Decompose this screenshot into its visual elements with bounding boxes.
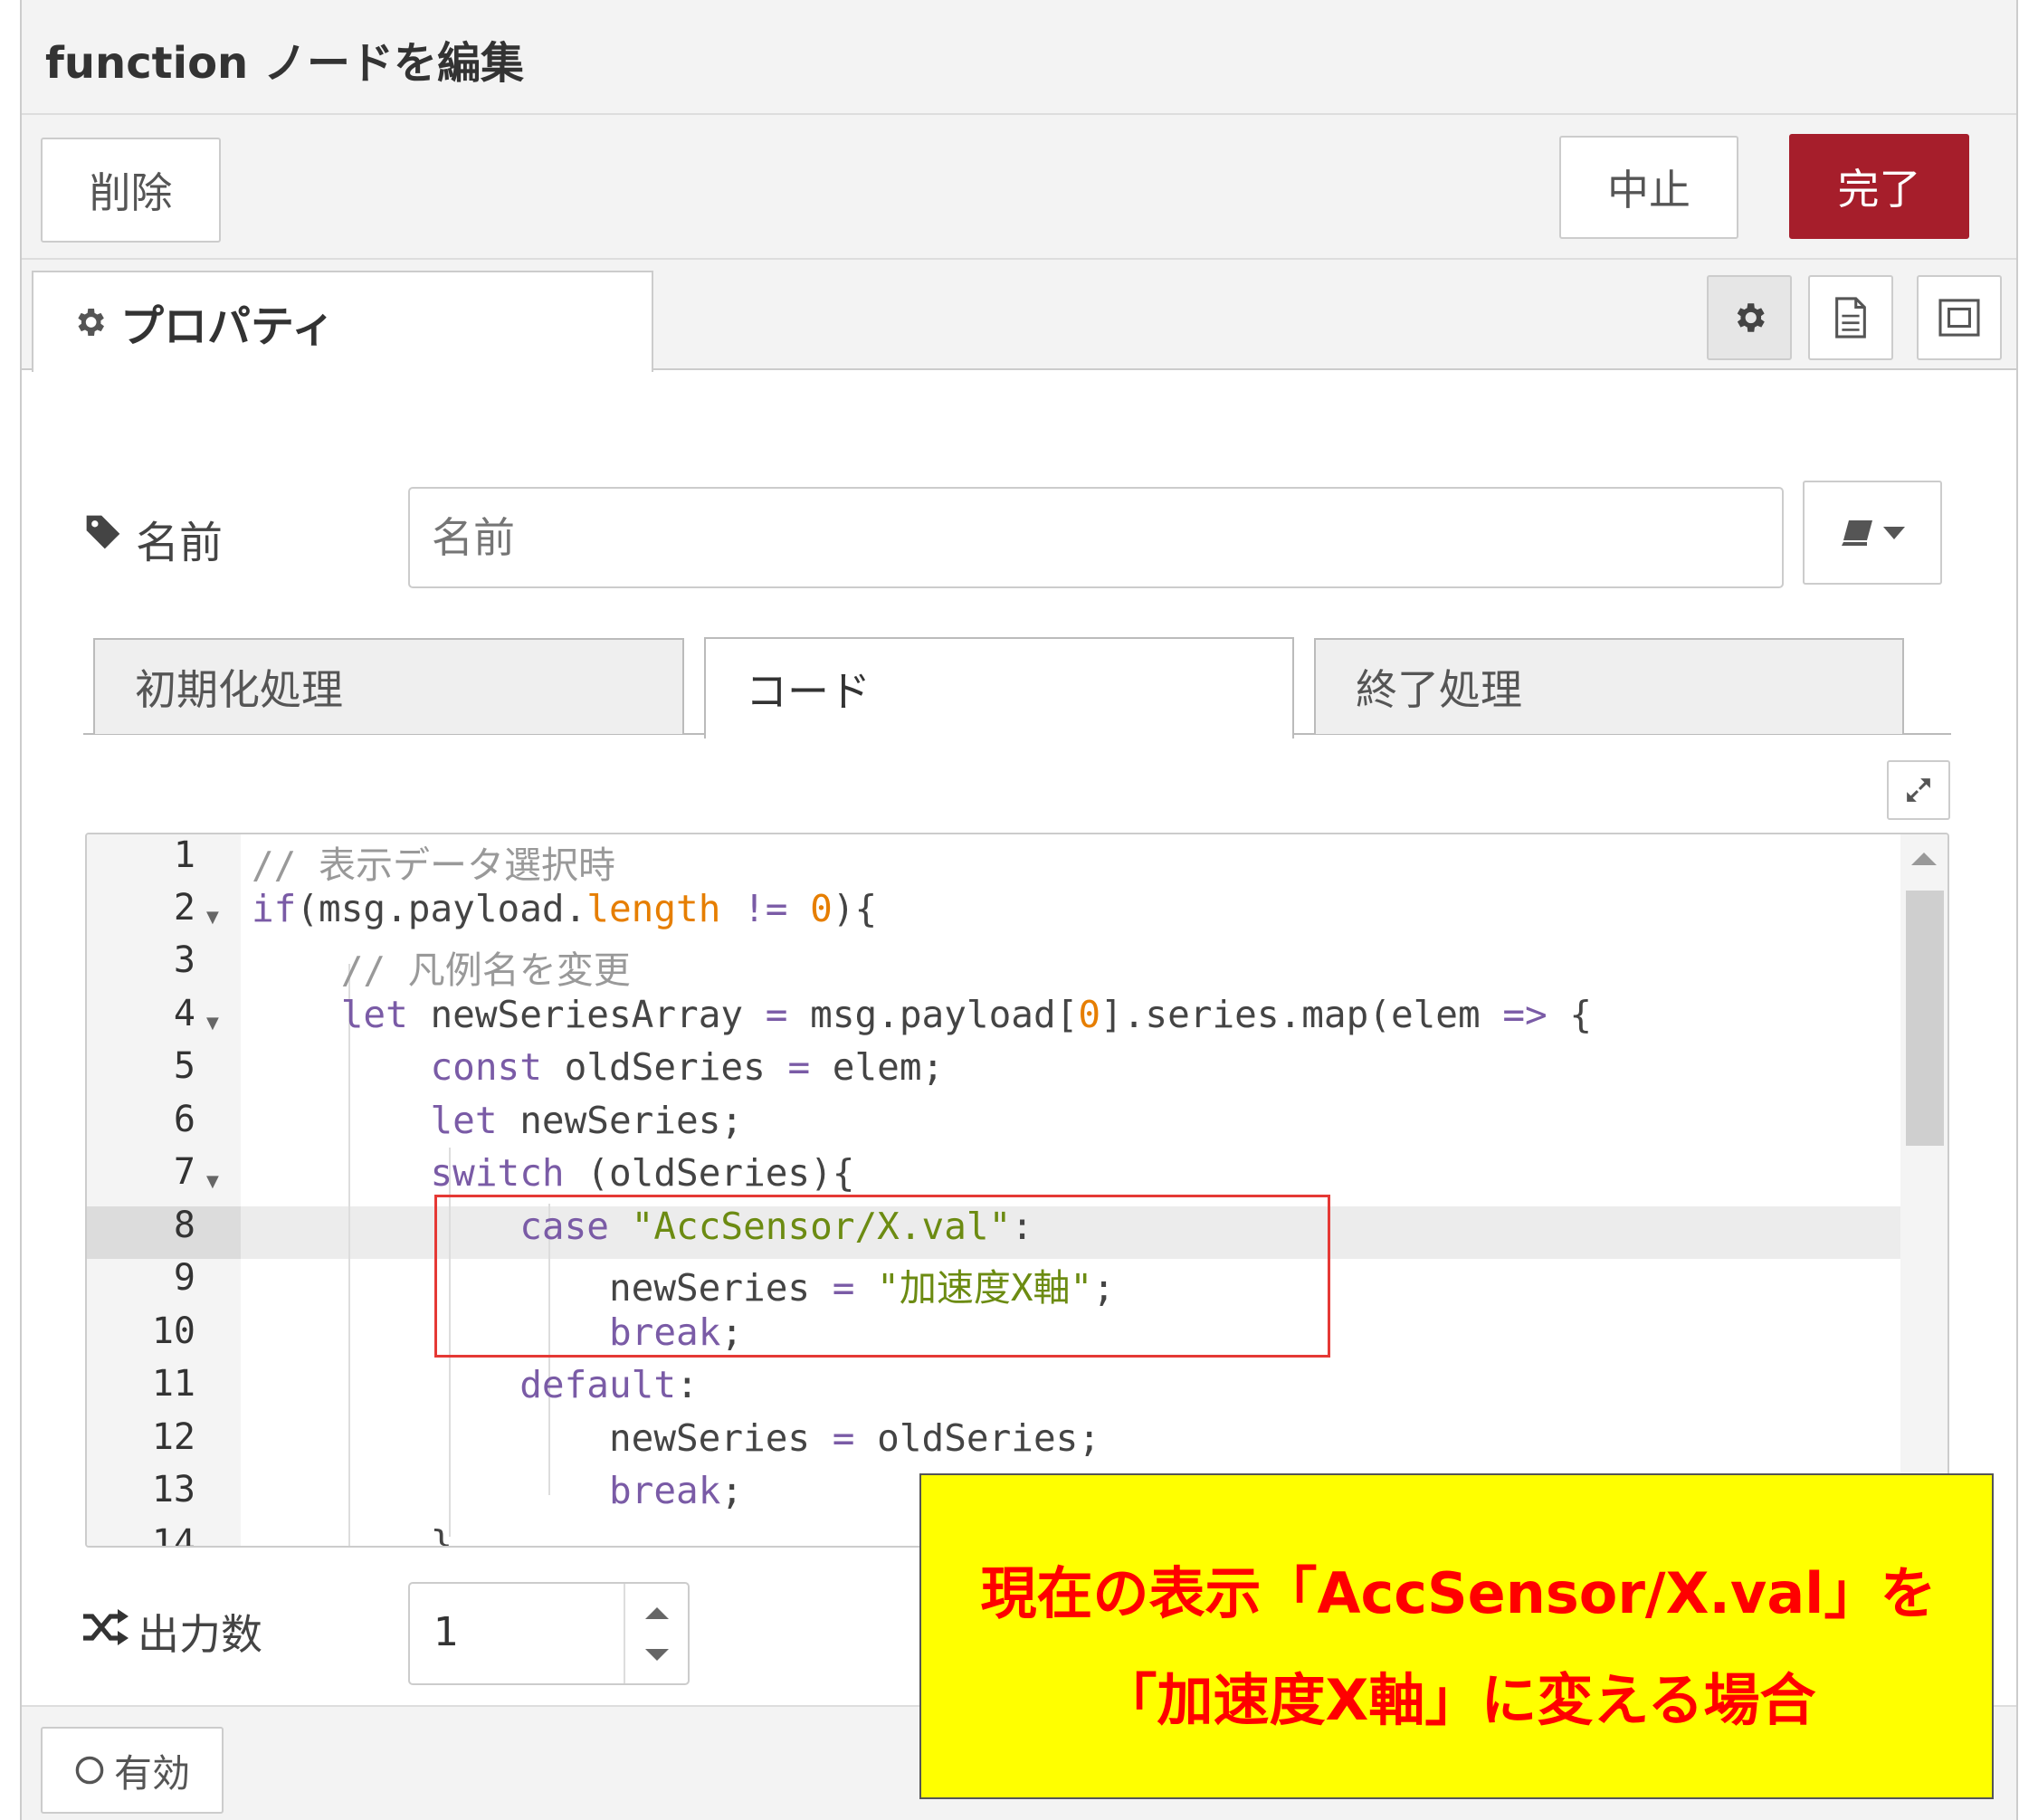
- done-button[interactable]: 完了: [1789, 134, 1969, 239]
- scroll-up-arrow[interactable]: [1911, 853, 1937, 865]
- code-line[interactable]: const oldSeries = elem;: [252, 1045, 944, 1089]
- code-line[interactable]: switch (oldSeries){: [252, 1151, 854, 1195]
- line-number: 10: [151, 1310, 195, 1352]
- gear-icon: [78, 309, 104, 336]
- expand-icon: [1907, 778, 1930, 802]
- line-number: 3: [173, 939, 195, 981]
- code-editor[interactable]: 1 2 3 4 5 6 7 8 9 10 11 12 13 14 ▼ ▼ ▼ ▼…: [85, 833, 1949, 1548]
- tab-init[interactable]: 初期化処理: [93, 638, 684, 734]
- tag-icon: [86, 515, 120, 549]
- line-number: 6: [173, 1099, 195, 1140]
- code-line[interactable]: newSeries = oldSeries;: [252, 1416, 1100, 1460]
- stepper-down-icon[interactable]: [645, 1649, 669, 1661]
- line-number: 11: [151, 1363, 195, 1405]
- cancel-button[interactable]: 中止: [1559, 136, 1738, 239]
- tab-properties-label: プロパティ: [120, 301, 336, 352]
- enabled-toggle-button[interactable]: 有効: [41, 1727, 224, 1814]
- fold-arrow-icon[interactable]: ▼: [206, 908, 219, 927]
- code-line[interactable]: break;: [252, 1469, 743, 1512]
- scrollbar-thumb[interactable]: [1906, 891, 1944, 1146]
- tab-code[interactable]: コード: [704, 637, 1294, 738]
- outputs-label: 出力数: [138, 1610, 262, 1659]
- callout-box: 現在の表示「AccSensor/X.val」を 「加速度X軸」に変える場合: [919, 1473, 1994, 1799]
- line-number: 12: [151, 1416, 195, 1458]
- fold-arrow-icon[interactable]: ▼: [206, 1543, 219, 1546]
- stepper-divider: [624, 1584, 625, 1683]
- document-icon: [1835, 297, 1866, 338]
- code-line[interactable]: }: [252, 1522, 452, 1546]
- code-line[interactable]: // 表示データ選択時: [252, 834, 615, 889]
- code-line[interactable]: if(msg.payload.length != 0){: [252, 887, 877, 930]
- chevron-down-icon: [1883, 526, 1905, 539]
- appearance-tab-button[interactable]: [1917, 275, 2002, 360]
- code-line[interactable]: default:: [252, 1363, 698, 1406]
- enabled-label: 有効: [113, 1750, 190, 1796]
- delete-button[interactable]: 削除: [41, 138, 221, 243]
- callout-line-2: 「加速度X軸」に変える場合: [1100, 1667, 1816, 1733]
- expand-editor-button[interactable]: [1887, 760, 1950, 820]
- code-line[interactable]: // 凡例名を変更: [252, 939, 631, 994]
- code-line[interactable]: let newSeries;: [252, 1099, 743, 1142]
- line-number: 13: [151, 1469, 195, 1510]
- name-label: 名前: [136, 518, 224, 568]
- library-menu-button[interactable]: [1803, 481, 1942, 585]
- tab-properties[interactable]: プロパティ: [32, 271, 653, 372]
- gear-icon: [1737, 303, 1765, 332]
- outputs-value[interactable]: 1: [433, 1609, 459, 1655]
- header-bar: function ノードを編集: [22, 0, 2016, 115]
- stepper-up-icon[interactable]: [645, 1607, 669, 1619]
- code-line[interactable]: let newSeriesArray = msg.payload[0].seri…: [252, 993, 1592, 1036]
- line-number: 1: [173, 834, 195, 876]
- description-tab-button[interactable]: [1808, 275, 1893, 360]
- page-title: function ノードを編集: [45, 38, 524, 89]
- highlight-box: [434, 1195, 1330, 1358]
- line-number: 5: [173, 1045, 195, 1087]
- line-number: 8: [173, 1205, 195, 1246]
- outputs-stepper[interactable]: 1: [408, 1582, 690, 1685]
- tab-final[interactable]: 終了処理: [1314, 638, 1904, 734]
- book-icon: [1842, 519, 1872, 546]
- settings-tab-button[interactable]: [1707, 275, 1792, 360]
- callout-line-1: 現在の表示「AccSensor/X.val」を: [980, 1560, 1937, 1626]
- circle-icon: [75, 1756, 104, 1785]
- fold-arrow-icon[interactable]: ▼: [206, 1172, 219, 1191]
- shuffle-icon: [83, 1609, 129, 1645]
- fold-arrow-icon[interactable]: ▼: [206, 1014, 219, 1033]
- name-input[interactable]: [408, 487, 1784, 588]
- frame-icon: [1938, 299, 1980, 337]
- line-number: 9: [173, 1257, 195, 1299]
